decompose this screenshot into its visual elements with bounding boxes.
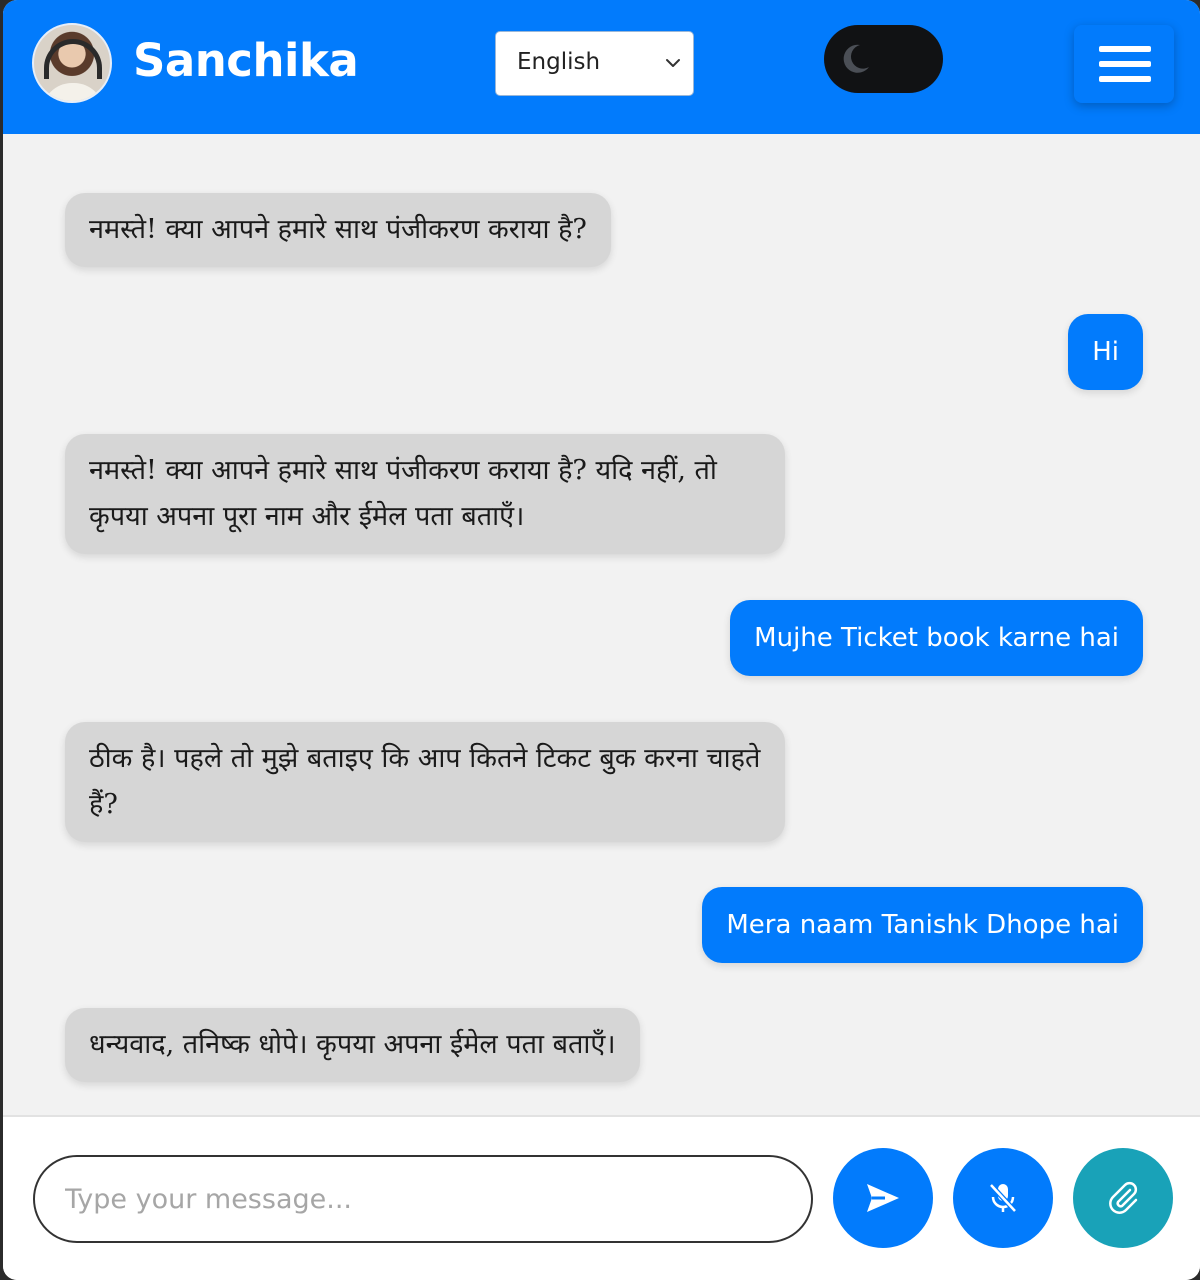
user-message: Hi bbox=[1068, 314, 1143, 390]
menu-button[interactable] bbox=[1074, 25, 1174, 103]
mic-off-icon bbox=[989, 1183, 1017, 1213]
bot-message: ठीक है। पहले तो मुझे बताइए कि आप कितने ट… bbox=[65, 722, 785, 842]
bot-message: नमस्ते! क्या आपने हमारे साथ पंजीकरण कराय… bbox=[65, 434, 785, 554]
send-button[interactable] bbox=[833, 1148, 933, 1248]
chat-messages: नमस्ते! क्या आपने हमारे साथ पंजीकरण कराय… bbox=[3, 134, 1200, 1115]
bot-message: नमस्ते! क्या आपने हमारे साथ पंजीकरण कराय… bbox=[65, 193, 611, 267]
hamburger-icon bbox=[1099, 46, 1151, 52]
bot-avatar bbox=[32, 23, 112, 103]
bot-message: धन्यवाद, तनिष्क धोपे। कृपया अपना ईमेल पत… bbox=[65, 1008, 640, 1082]
message-input[interactable] bbox=[33, 1155, 813, 1243]
chat-window: Sanchika English नमस्ते! क्या आपने हमारे… bbox=[3, 0, 1200, 1280]
theme-toggle[interactable] bbox=[824, 25, 943, 93]
app-title: Sanchika bbox=[133, 34, 359, 87]
chevron-down-icon bbox=[666, 59, 680, 67]
hamburger-icon-bar bbox=[1099, 61, 1151, 67]
mic-button[interactable] bbox=[953, 1148, 1053, 1248]
language-select[interactable]: English bbox=[495, 31, 694, 96]
header: Sanchika English bbox=[3, 0, 1200, 134]
composer bbox=[3, 1115, 1200, 1280]
moon-icon bbox=[843, 44, 869, 73]
paperclip-icon bbox=[1109, 1181, 1138, 1214]
hamburger-icon-bar bbox=[1099, 76, 1151, 82]
user-message: Mera naam Tanishk Dhope hai bbox=[702, 887, 1143, 963]
attach-button[interactable] bbox=[1073, 1148, 1173, 1248]
language-select-value: English bbox=[517, 49, 601, 75]
send-icon bbox=[867, 1184, 899, 1212]
user-message: Mujhe Ticket book karne hai bbox=[730, 600, 1143, 676]
